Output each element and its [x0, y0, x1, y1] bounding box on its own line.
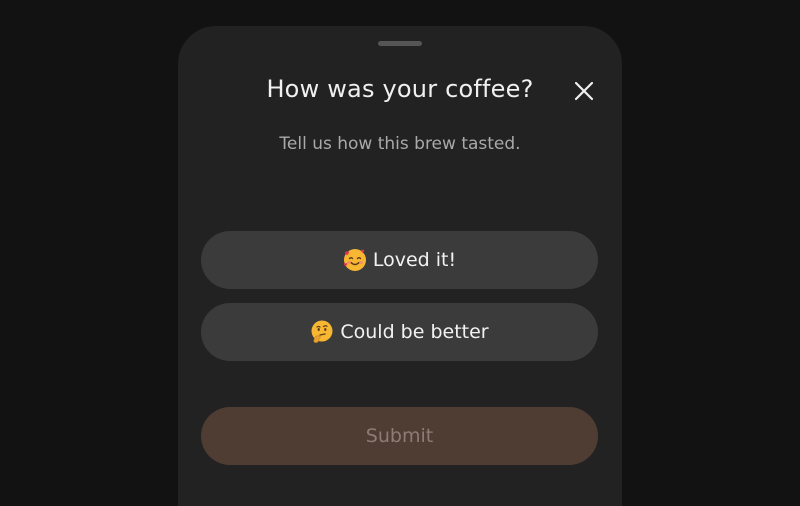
- sheet-title: How was your coffee?: [266, 75, 534, 103]
- option-could-be-better-button[interactable]: Could be better: [201, 303, 598, 361]
- submit-button[interactable]: Submit: [201, 407, 598, 465]
- smiling-face-with-hearts-icon: [343, 248, 367, 272]
- feedback-sheet: How was your coffee? Tell us how this br…: [178, 26, 622, 506]
- sheet-grabber[interactable]: [378, 41, 422, 46]
- option-loved-it-button[interactable]: Loved it!: [201, 231, 598, 289]
- option-could-be-better-label: Could be better: [340, 321, 489, 343]
- sheet-subtitle: Tell us how this brew tasted.: [279, 134, 521, 154]
- thinking-face-icon: [310, 320, 334, 344]
- option-loved-it-label: Loved it!: [372, 249, 457, 271]
- close-button[interactable]: [572, 79, 596, 103]
- close-icon: [574, 81, 594, 101]
